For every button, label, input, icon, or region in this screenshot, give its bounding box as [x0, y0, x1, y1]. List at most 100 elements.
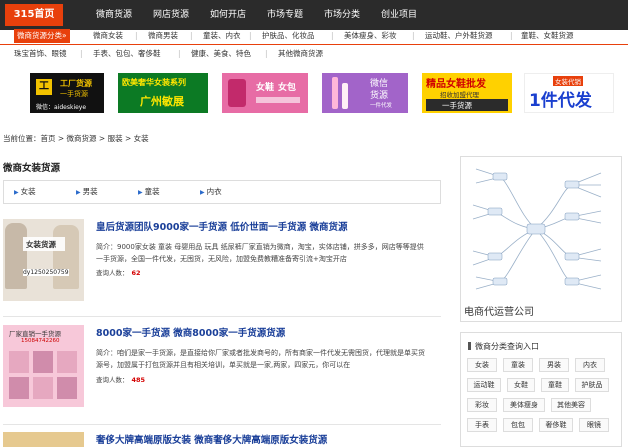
tag-button[interactable]: 运动鞋 — [467, 378, 501, 392]
divider — [3, 424, 441, 425]
triangle-icon: ▶ — [200, 189, 205, 196]
banner-text: 一件代发 — [370, 103, 393, 109]
category-link[interactable]: 手表、包包、奢侈鞋 — [93, 46, 161, 62]
nav-item-wangdian-huoyuan[interactable]: 网店货源 — [153, 0, 189, 30]
tag-button[interactable]: 女鞋 — [507, 378, 535, 392]
tag-button[interactable]: 内衣 — [575, 358, 605, 372]
separator: | — [178, 49, 181, 58]
tag-button[interactable]: 眼镜 — [579, 418, 609, 432]
listing-thumbnail[interactable] — [3, 432, 84, 447]
listing-thumbnail[interactable]: 厂家直销一手货源 15084742260 — [3, 325, 84, 407]
subnav-label: 内衣 — [206, 187, 222, 196]
subnav-item-underwear[interactable]: ▶ 内衣 — [200, 181, 222, 203]
tag-button[interactable]: 包包 — [503, 418, 533, 432]
category-link[interactable]: 其他微商货源 — [278, 46, 323, 62]
nav-item-how-to-open-shop[interactable]: 如何开店 — [210, 0, 246, 30]
breadcrumb[interactable]: 当前位置：首页 > 微商货源 > 服装 > 女装 — [3, 133, 149, 144]
view-count-value: 485 — [131, 376, 146, 384]
triangle-icon: ▶ — [138, 189, 143, 196]
tag-button[interactable]: 童装 — [503, 358, 533, 372]
banner-text: 工厂货源 — [60, 79, 92, 88]
tag-button[interactable]: 手表 — [467, 418, 497, 432]
nav-item-market-categories[interactable]: 市场分类 — [324, 0, 360, 30]
category-link[interactable]: 美体瘦身、彩妆 — [344, 28, 397, 44]
view-count-label: 查询人数： — [96, 269, 129, 277]
tag-button[interactable]: 美体瘦身 — [503, 398, 545, 412]
page-title: 微商女装货源 — [3, 163, 61, 174]
banner-decor — [256, 97, 300, 103]
category-entry-box: 微商分类查询入口 女装 童装 男装 内衣 运动鞋 女鞋 童鞋 护肤品 彩妆 美体… — [460, 332, 622, 447]
category-entry-title: 微商分类查询入口 — [468, 341, 539, 352]
category-link[interactable]: 微商男装 — [148, 28, 178, 44]
nav-item-weishang-huoyuan[interactable]: 微商货源 — [96, 0, 132, 30]
home-logo[interactable]: 315首页 — [5, 4, 63, 26]
view-count-value: 62 — [131, 269, 141, 277]
tag-button[interactable]: 女装 — [467, 358, 497, 372]
banner-text: 女包 — [278, 83, 297, 93]
banner-text: 货源 — [370, 91, 389, 101]
tag-button[interactable]: 奢侈鞋 — [539, 418, 573, 432]
listing-item: 女装货源 dy1250250759 皇后货源团队9000家一手货源 低价世面一手… — [3, 219, 441, 309]
separator: | — [331, 31, 334, 40]
product-photo — [9, 377, 29, 399]
category-link[interactable]: 珠宝首饰、眼镜 — [14, 46, 67, 62]
category-link[interactable]: 童装、内衣 — [203, 28, 241, 44]
nav-item-market-topics[interactable]: 市场专题 — [267, 0, 303, 30]
listing-title[interactable]: 8000家一手货源 微商8000家一手货源货源 — [96, 325, 285, 339]
shoe-icon — [228, 79, 246, 107]
banner-text: 欧美奢华女装系列 — [122, 78, 186, 87]
category-link[interactable]: 童鞋、女鞋货源 — [521, 28, 574, 44]
factory-icon: 工 — [36, 79, 52, 95]
subnav-item-men[interactable]: ▶ 男装 — [76, 181, 98, 203]
listing-title[interactable]: 皇后货源团队9000家一手货源 低价世面一手货源 微商货源 — [96, 219, 348, 233]
banner-text: 一手货源 — [442, 101, 472, 110]
lipstick-icon — [332, 77, 338, 109]
tag-button[interactable]: 护肤品 — [575, 378, 609, 392]
page: 315首页 微商货源 网店货源 如何开店 市场专题 市场分类 创业项目 微商货源… — [0, 0, 628, 447]
listing-thumbnail[interactable]: 女装货源 dy1250250759 — [3, 219, 84, 301]
banner-factory-source[interactable]: 工 工厂货源 一手货源 微信：aideskieye — [30, 73, 104, 113]
category-row-1: 微商货源分类» 微商女装 | 微商男装 | 童装、内衣 | 护肤品、化妆品 | … — [0, 28, 628, 44]
product-photo — [33, 351, 53, 373]
category-link[interactable]: 运动鞋、户外鞋货源 — [425, 28, 493, 44]
tag-button[interactable]: 彩妆 — [467, 398, 497, 412]
banner-women-shoes-wholesale[interactable]: 精品女鞋批发 招收加盟代理 一手货源 — [422, 73, 512, 113]
subnav-item-kids[interactable]: ▶ 童装 — [138, 181, 160, 203]
listing-item: 奢侈大牌高端原版女装 微商奢侈大牌高端原版女装货源 — [3, 432, 441, 447]
category-link[interactable]: 护肤品、化妆品 — [262, 28, 315, 44]
banner-women-dropship[interactable]: 女装代销 1件代发 — [524, 73, 614, 113]
triangle-icon: ▶ — [14, 189, 19, 196]
thumb-id: 15084742260 — [21, 338, 60, 344]
separator: | — [249, 31, 252, 40]
banner-euro-women-fashion[interactable]: 欧美奢华女装系列 广州敏展 — [118, 73, 208, 113]
category-link[interactable]: 健康、美食、特色 — [191, 46, 251, 62]
mindmap-illustration — [472, 168, 602, 290]
banner-text: 微信：aideskieye — [36, 104, 87, 111]
nav-item-startup-projects[interactable]: 创业项目 — [381, 0, 417, 30]
product-photo — [57, 377, 77, 399]
thumb-label: 女装货源 — [26, 240, 56, 249]
tag-button[interactable]: 童鞋 — [541, 378, 569, 392]
category-row-2: 珠宝首饰、眼镜 | 手表、包包、奢侈鞋 | 健康、美食、特色 | 其他微商货源 — [0, 46, 628, 62]
banner-wechat-cosmetics[interactable]: 微信 货源 一件代发 — [322, 73, 408, 113]
banner-text: 女鞋 — [256, 83, 275, 93]
listing-description: 简介：咱们是家一手货源，是直接给你厂家或者批发商号的，所有商家一件代发无需囤货，… — [96, 349, 425, 369]
tag-button[interactable]: 其他美容 — [551, 398, 591, 412]
listing-item: 厂家直销一手货源 15084742260 8000家一手货源 微商8000家一手… — [3, 325, 441, 415]
banner-shoes-bags[interactable]: 女鞋 女包 — [222, 73, 308, 113]
side-card-caption[interactable]: 电商代运营公司 — [464, 303, 534, 318]
listing-title[interactable]: 奢侈大牌高端原版女装 微商奢侈大牌高端原版女装货源 — [96, 432, 327, 446]
category-link[interactable]: 微商女装 — [93, 28, 123, 44]
side-ad-card[interactable]: 电商代运营公司 — [460, 156, 622, 322]
subnav-item-women[interactable]: ▶ 女装 — [14, 181, 36, 203]
thumb-label: 厂家直销一手货源 — [9, 330, 61, 338]
banner-text: 一手货源 — [60, 90, 88, 98]
tag-button[interactable]: 男装 — [539, 358, 569, 372]
separator: | — [265, 49, 268, 58]
banner-text: 招收加盟代理 — [440, 91, 479, 99]
listing-description: 简介：9000家女装 童装 母婴用品 玩具 纸尿裤厂家直销为微商，淘宝，实体店铺… — [96, 243, 424, 263]
title-bar-icon — [468, 342, 471, 350]
listing-view-count: 查询人数： 62 — [96, 267, 141, 277]
top-nav-bar: 315首页 微商货源 网店货源 如何开店 市场专题 市场分类 创业项目 — [0, 0, 628, 30]
subnav-label: 童装 — [144, 187, 160, 196]
